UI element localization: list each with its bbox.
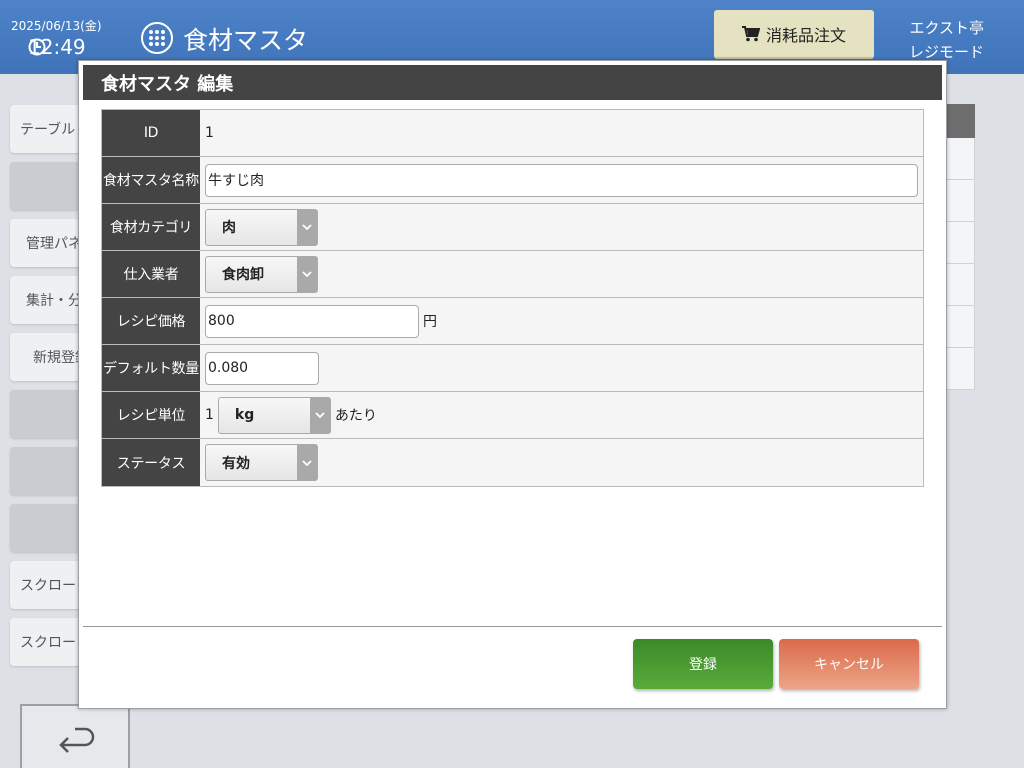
chevron-down-icon — [309, 397, 330, 433]
table-row — [944, 180, 975, 222]
supplier-label: 仕入業者 — [102, 251, 200, 297]
sidebar-item-label: スクロー — [20, 635, 76, 651]
unit-value: kg — [234, 407, 255, 423]
sidebar-item-label: 管理パネ — [26, 236, 82, 252]
status-value: 有効 — [222, 455, 250, 472]
clock-icon — [28, 38, 46, 56]
unit-label: レシピ単位 — [102, 392, 200, 438]
id-label: ID — [102, 110, 200, 156]
form-row-price: レシピ価格 800 円 — [102, 298, 923, 345]
order-supplies-label: 消耗品注文 — [765, 25, 846, 45]
edit-form: ID 1 食材マスタ名称 牛すじ肉 食材カテゴリ 肉 仕入業者 食肉卸 レシピ価… — [101, 109, 924, 487]
default-qty-label: デフォルト数量 — [102, 345, 200, 391]
form-row-default-qty: デフォルト数量 0.080 — [102, 345, 923, 392]
footer-divider — [83, 626, 942, 627]
name-label: 食材マスタ名称 — [102, 157, 200, 203]
table-row — [944, 306, 975, 348]
grid-menu-icon[interactable] — [140, 21, 174, 55]
sidebar-item-label: 集計・分 — [26, 293, 82, 309]
form-row-id: ID 1 — [102, 110, 923, 157]
form-row-supplier: 仕入業者 食肉卸 — [102, 251, 923, 298]
chevron-down-icon — [297, 445, 317, 480]
cancel-button[interactable]: キャンセル — [779, 639, 919, 689]
table-row — [944, 222, 975, 264]
form-row-name: 食材マスタ名称 牛すじ肉 — [102, 157, 923, 204]
category-select[interactable]: 肉 — [205, 208, 318, 246]
store-name: エクスト亭 — [909, 19, 984, 37]
default-qty-input[interactable]: 0.080 — [205, 351, 319, 385]
name-input[interactable]: 牛すじ肉 — [205, 163, 918, 197]
form-row-category: 食材カテゴリ 肉 — [102, 204, 923, 251]
table-row — [944, 264, 975, 306]
category-label: 食材カテゴリ — [102, 204, 200, 250]
supplier-select[interactable]: 食肉卸 — [205, 255, 318, 293]
table-row — [944, 348, 975, 390]
price-label: レシピ価格 — [102, 298, 200, 344]
category-value: 肉 — [222, 220, 236, 236]
back-button[interactable] — [20, 704, 130, 768]
background-table — [944, 104, 975, 390]
unit-select[interactable]: kg — [217, 396, 331, 434]
chevron-down-icon — [297, 256, 317, 292]
page-title: 食材マスタ — [183, 26, 309, 55]
status-select[interactable]: 有効 — [205, 444, 318, 481]
unit-prefix: 1 — [205, 407, 214, 423]
edit-dialog: 食材マスタ 編集 ID 1 食材マスタ名称 牛すじ肉 食材カテゴリ 肉 仕入業者… — [78, 60, 947, 709]
chevron-down-icon — [297, 209, 317, 245]
sidebar-item-label: スクロー — [20, 578, 76, 594]
sidebar-item-label: テーブル — [20, 122, 76, 138]
cart-icon — [741, 25, 760, 41]
mode-label: レジモード — [908, 43, 984, 61]
register-button[interactable]: 登録 — [633, 639, 773, 689]
price-input[interactable]: 800 — [205, 304, 419, 338]
supplier-value: 食肉卸 — [222, 267, 264, 283]
order-supplies-button[interactable]: 消耗品注文 — [714, 10, 874, 59]
return-icon — [59, 727, 95, 753]
form-row-unit: レシピ単位 1 kg あたり — [102, 392, 923, 439]
date-display: 2025/06/13(金) — [11, 19, 102, 33]
table-header — [944, 104, 975, 138]
table-row — [944, 138, 975, 180]
status-label: ステータス — [102, 439, 200, 486]
price-unit: 円 — [423, 314, 437, 330]
id-value: 1 — [205, 125, 214, 141]
unit-suffix: あたり — [334, 408, 377, 424]
dialog-title: 食材マスタ 編集 — [83, 65, 942, 100]
form-row-status: ステータス 有効 — [102, 439, 923, 486]
